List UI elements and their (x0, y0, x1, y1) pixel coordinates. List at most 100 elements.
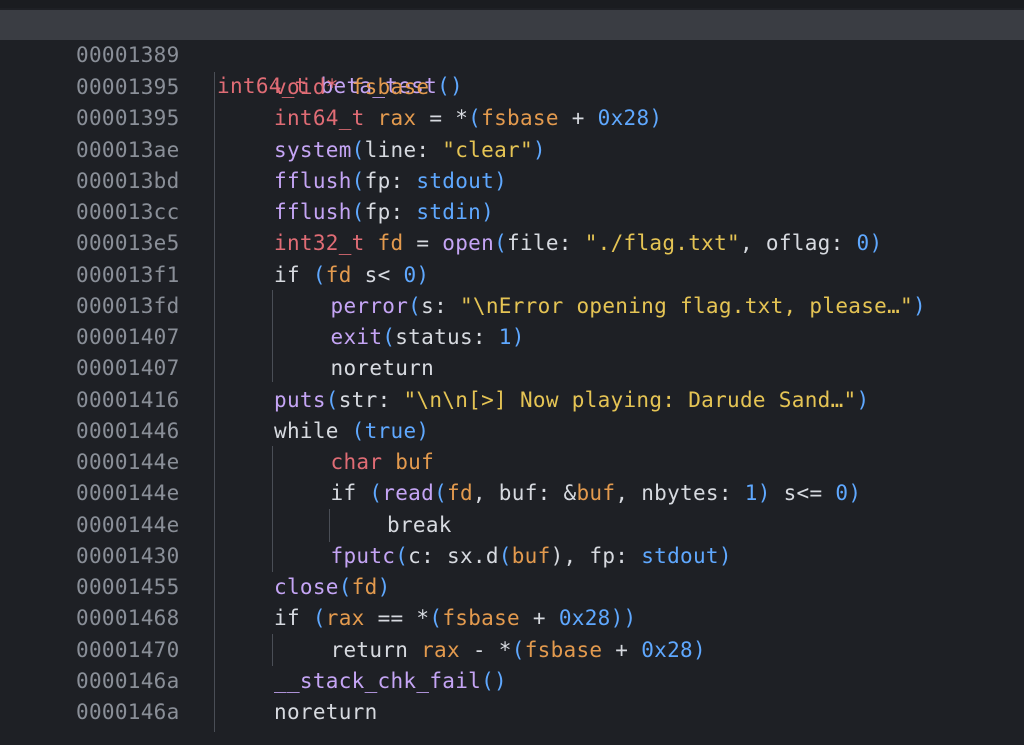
line-address: 00001446 (76, 418, 180, 443)
token: ) (377, 575, 391, 599)
token: ), fp: (550, 543, 642, 568)
token: ) (856, 387, 870, 412)
code-line-decl-fsbase[interactable]: 00001395 void* fsbase (0, 72, 1024, 103)
line-code: perror(s: "\nError opening flag.txt, ple… (331, 291, 926, 322)
token: char (330, 450, 396, 474)
token[interactable]: __stack_chk_fail (274, 669, 481, 693)
token: 0 (835, 481, 849, 506)
code-line-if-fd-check[interactable]: 000013f1 if (fd s< 0) (0, 260, 1024, 291)
code-line-call-fflush-stdout[interactable]: 000013bd fflush(fp: stdout) (0, 166, 1024, 197)
token[interactable]: puts (274, 388, 326, 412)
code-line-decl-buf[interactable]: 0000144e char buf (0, 447, 1024, 478)
line-code: noreturn (274, 697, 378, 728)
token: ( (369, 481, 383, 506)
token[interactable]: buf (512, 544, 551, 568)
token[interactable]: fd (447, 481, 473, 505)
token: , buf: & (472, 481, 577, 506)
code-line-return-stmt[interactable]: 00001470 return rax - *(fsbase + 0x28) (0, 635, 1024, 666)
token: str: (338, 387, 404, 412)
code-line-if-canary[interactable]: 00001468 if (rax == *(fsbase + 0x28)) (0, 603, 1024, 634)
token[interactable]: rax (326, 606, 365, 630)
line-code: if (fd s< 0) (274, 260, 429, 291)
token[interactable]: buf (395, 450, 434, 474)
token[interactable]: true (365, 419, 417, 443)
token: ) (869, 231, 883, 256)
token[interactable]: fd (352, 575, 378, 599)
token: ( (434, 481, 448, 506)
token: s<= (770, 481, 836, 506)
line-code: fflush(fp: stdout) (274, 166, 507, 197)
token: ( (408, 293, 422, 318)
token[interactable]: open (442, 231, 494, 255)
token[interactable]: fsbase (481, 106, 559, 130)
line-code: return rax - *(fsbase + 0x28) (331, 635, 706, 666)
token: ) (511, 325, 525, 349)
code-line-break[interactable]: 0000144e break (0, 510, 1024, 541)
token: int32_t (274, 231, 378, 256)
token[interactable]: fflush (274, 169, 352, 193)
token[interactable]: fputc (331, 544, 396, 568)
code-line-call-puts[interactable]: 00001416 puts(str: "\n\n[>] Now playing: … (0, 385, 1024, 416)
token: ( (468, 106, 482, 131)
code-line-call-perror[interactable]: 000013fd perror(s: "\nError opening flag.… (0, 291, 1024, 322)
code-line-decl-fd-open[interactable]: 000013e5 int32_t fd = open(file: "./flag.… (0, 228, 1024, 259)
code-line-noreturn-end[interactable]: 0000146a noreturn (0, 697, 1024, 728)
token[interactable]: fflush (274, 200, 352, 224)
code-line-call-close[interactable]: 00001455 close(fd) (0, 572, 1024, 603)
token[interactable]: rax (378, 106, 417, 130)
token[interactable]: fd (378, 231, 404, 255)
line-code: __stack_chk_fail() (274, 666, 507, 697)
line-address: 0000146a (76, 700, 180, 724)
token: 0x28 (597, 106, 650, 131)
token: 1 (498, 325, 512, 349)
token: fp: (364, 168, 417, 193)
line-code: fflush(fp: stdin) (274, 197, 494, 228)
token: if (274, 606, 313, 631)
line-code: int64_t rax = *(fsbase + 0x28) (274, 103, 662, 134)
token: 0 (403, 262, 417, 287)
code-line-call-fputc[interactable]: 00001430 fputc(c: sx.d(buf), fp: stdout) (0, 541, 1024, 572)
token: ( (351, 200, 365, 224)
token[interactable]: system (274, 138, 352, 162)
token[interactable]: close (274, 575, 339, 599)
code-line-call-fflush-stdin[interactable]: 000013cc fflush(fp: stdin) (0, 197, 1024, 228)
line-code: exit(status: 1) (331, 322, 525, 353)
token[interactable]: fd (326, 263, 352, 287)
token[interactable]: read (382, 481, 434, 505)
line-address: 00001430 (76, 543, 180, 568)
token: if (330, 481, 370, 506)
token[interactable]: fsbase (442, 606, 520, 630)
line-address: 00001395 (76, 106, 180, 131)
token[interactable]: rax (421, 638, 460, 662)
token[interactable]: exit (331, 325, 383, 349)
token[interactable]: buf (576, 481, 615, 505)
token[interactable]: perror (331, 294, 409, 318)
token: ( (338, 575, 352, 599)
code-line-decl-rax[interactable]: 00001395 int64_t rax = *(fsbase + 0x28) (0, 103, 1024, 134)
token: s< (351, 262, 404, 287)
line-address: 0000146a (76, 668, 180, 693)
code-line-call-stack-chk-fail[interactable]: 0000146a __stack_chk_fail() (0, 666, 1024, 697)
line-code: puts(str: "\n\n[>] Now playing: Darude S… (274, 385, 869, 416)
line-address: 00001407 (76, 325, 180, 349)
token[interactable]: stdin (416, 200, 481, 224)
code-line-while-loop[interactable]: 00001446 while (true) (0, 416, 1024, 447)
header-address: 00001389 (76, 43, 180, 67)
code-line-call-system[interactable]: 000013ae system(line: "clear") (0, 135, 1024, 166)
code-line-if-read[interactable]: 0000144e if (read(fd, buf: &buf, nbytes: … (0, 478, 1024, 509)
line-address: 00001416 (76, 387, 180, 412)
code-line-noreturn[interactable]: 00001407 noreturn (0, 353, 1024, 384)
line-address: 000013cc (76, 200, 180, 224)
token: ( (498, 543, 512, 568)
code-line-call-exit[interactable]: 00001407 exit(status: 1) (0, 322, 1024, 353)
token: ( (325, 387, 339, 412)
line-address: 000013bd (76, 168, 180, 193)
token[interactable]: stdout (416, 169, 494, 193)
function-header-row[interactable] (0, 10, 1024, 40)
token[interactable]: fsbase (352, 75, 430, 99)
token: == * (364, 606, 430, 631)
token: line: (364, 137, 443, 162)
token[interactable]: stdout (641, 544, 719, 568)
line-code: break (387, 510, 452, 541)
token[interactable]: fsbase (525, 638, 603, 662)
